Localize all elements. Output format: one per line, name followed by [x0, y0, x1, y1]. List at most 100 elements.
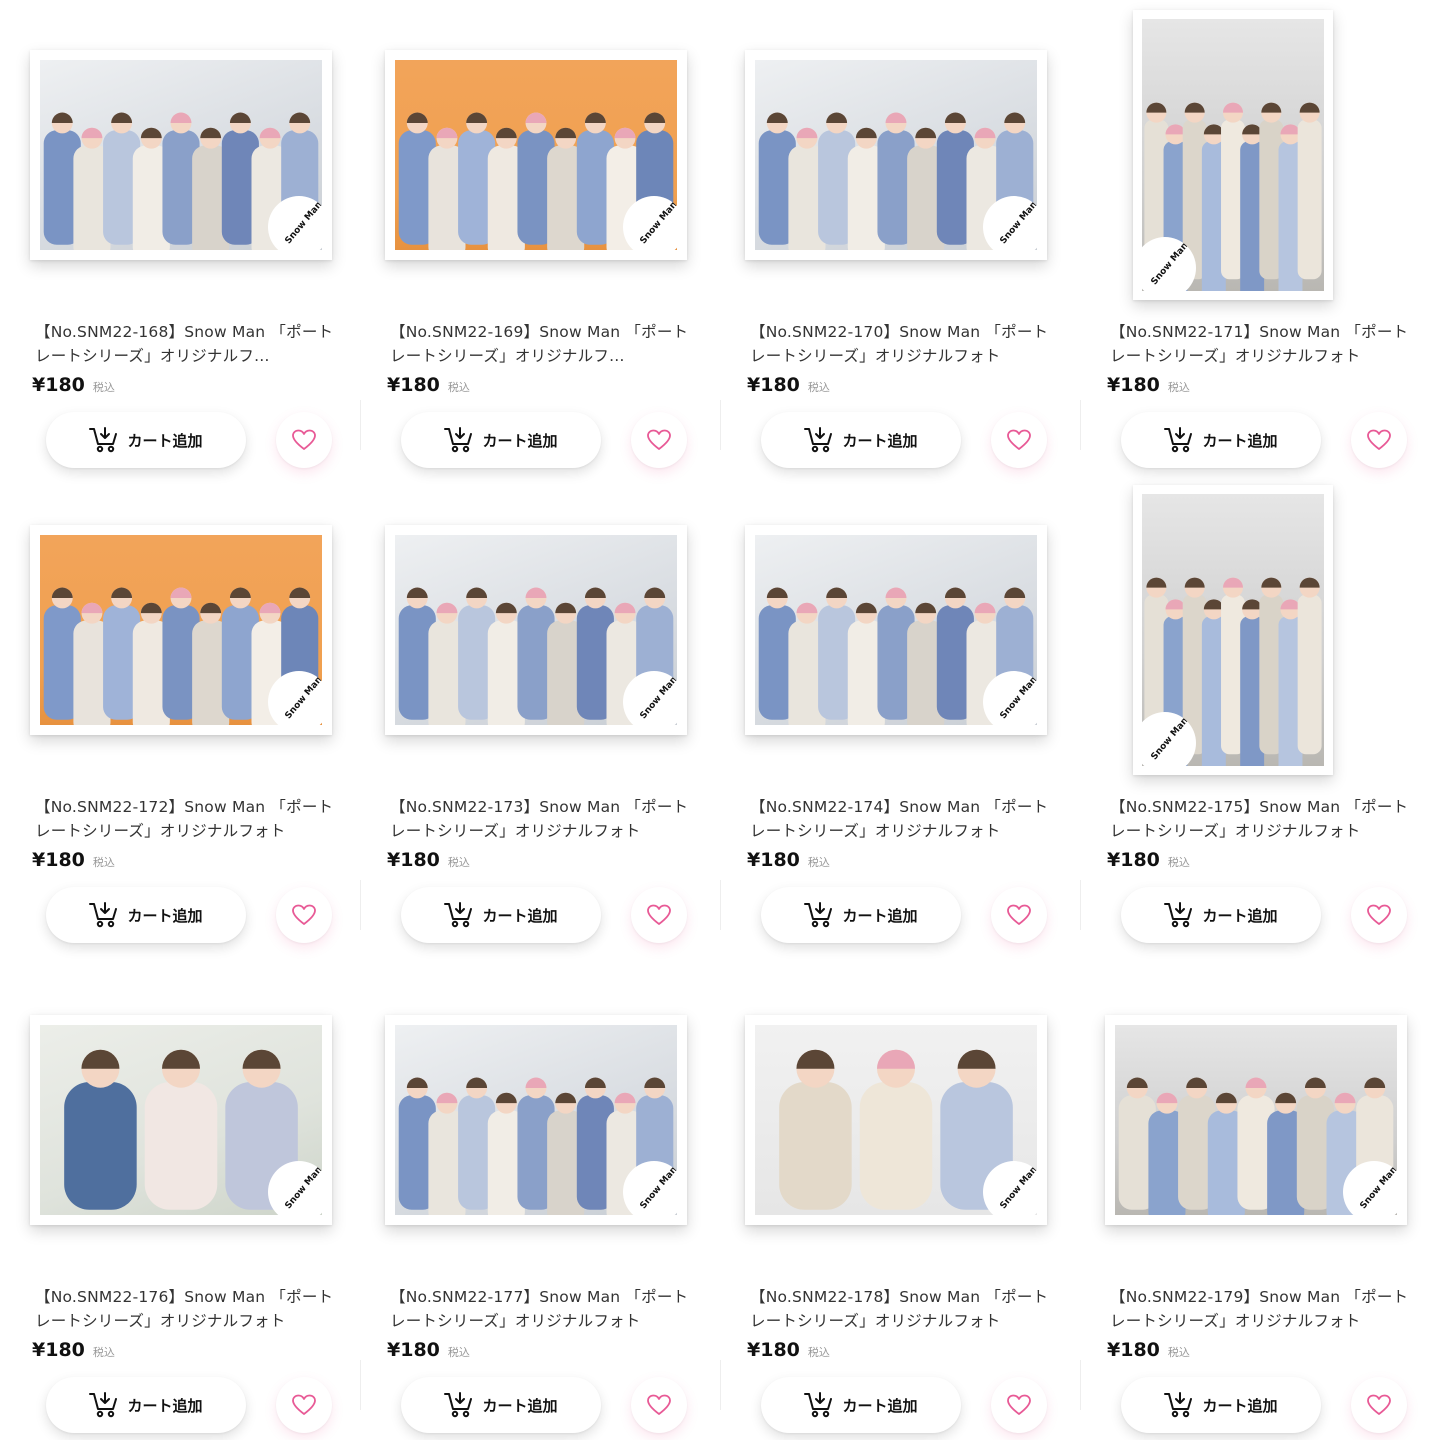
favorite-button[interactable] [276, 887, 332, 943]
tax-label: 税込 [807, 381, 830, 394]
snowman-logo-badge: Snow Man [268, 1161, 330, 1223]
product-card[interactable]: Snow Man 【No.SNM22-173】Snow Man 「ポートレートシリ… [385, 485, 715, 955]
product-card[interactable]: Snow Man 【No.SNM22-177】Snow Man 「ポートレートシリ… [385, 975, 715, 1440]
product-card[interactable]: Snow Man 【No.SNM22-174】Snow Man 「ポートレートシリ… [745, 485, 1075, 955]
tax-label: 税込 [447, 1346, 470, 1359]
column-divider [720, 1360, 721, 1410]
add-to-cart-button[interactable]: カート追加 [1121, 887, 1321, 943]
logo-text: Snow Man [283, 199, 325, 247]
favorite-button[interactable] [276, 412, 332, 468]
product-photo[interactable]: Snow Man [385, 525, 687, 735]
add-to-cart-label: カート追加 [842, 1396, 918, 1415]
add-to-cart-label: カート追加 [482, 906, 558, 925]
product-photo[interactable]: Snow Man [385, 50, 687, 260]
logo-text: Snow Man [1358, 1164, 1400, 1212]
price-row: ¥180 税込 [32, 374, 115, 396]
add-to-cart-button[interactable]: カート追加 [761, 1377, 961, 1433]
add-to-cart-button[interactable]: カート追加 [46, 412, 246, 468]
column-divider [720, 400, 721, 450]
product-title[interactable]: 【No.SNM22-179】Snow Man 「ポートレートシリーズ」オリジナル… [1110, 1285, 1410, 1333]
favorite-button[interactable] [1351, 1377, 1407, 1433]
product-title[interactable]: 【No.SNM22-175】Snow Man 「ポートレートシリーズ」オリジナル… [1110, 795, 1410, 843]
product-price: ¥180 [387, 374, 440, 396]
price-row: ¥180 税込 [747, 849, 830, 871]
product-title[interactable]: 【No.SNM22-174】Snow Man 「ポートレートシリーズ」オリジナル… [750, 795, 1050, 843]
add-to-cart-button[interactable]: カート追加 [46, 887, 246, 943]
favorite-button[interactable] [1351, 412, 1407, 468]
product-title[interactable]: 【No.SNM22-168】Snow Man 「ポートレートシリーズ」オリジナル… [35, 320, 335, 368]
favorite-button[interactable] [991, 412, 1047, 468]
product-photo[interactable]: Snow Man [30, 1015, 332, 1225]
add-to-cart-button[interactable]: カート追加 [401, 887, 601, 943]
product-title[interactable]: 【No.SNM22-176】Snow Man 「ポートレートシリーズ」オリジナル… [35, 1285, 335, 1333]
product-photo[interactable]: Snow Man [745, 525, 1047, 735]
product-card[interactable]: Snow Man 【No.SNM22-179】Snow Man 「ポートレートシリ… [1105, 975, 1435, 1440]
favorite-button[interactable] [276, 1377, 332, 1433]
favorite-button[interactable] [631, 887, 687, 943]
heart-icon [1007, 1394, 1031, 1415]
product-card[interactable]: Snow Man 【No.SNM22-175】Snow Man 「ポートレートシリ… [1105, 485, 1435, 955]
product-price: ¥180 [1107, 849, 1160, 871]
add-to-cart-label: カート追加 [127, 431, 203, 450]
tax-label: 税込 [807, 1346, 830, 1359]
add-to-cart-label: カート追加 [842, 906, 918, 925]
add-to-cart-label: カート追加 [127, 1396, 203, 1415]
product-photo[interactable]: Snow Man [30, 50, 332, 260]
snowman-logo-badge: Snow Man [623, 1161, 685, 1223]
product-photo[interactable]: Snow Man [745, 50, 1047, 260]
heart-icon [1007, 904, 1031, 925]
add-to-cart-button[interactable]: カート追加 [761, 887, 961, 943]
add-to-cart-button[interactable]: カート追加 [401, 412, 601, 468]
snowman-logo-badge: Snow Man [623, 671, 685, 733]
favorite-button[interactable] [631, 412, 687, 468]
column-divider [720, 880, 721, 930]
product-title[interactable]: 【No.SNM22-171】Snow Man 「ポートレートシリーズ」オリジナル… [1110, 320, 1410, 368]
add-to-cart-button[interactable]: カート追加 [401, 1377, 601, 1433]
product-photo[interactable]: Snow Man [30, 525, 332, 735]
add-to-cart-label: カート追加 [1202, 1396, 1278, 1415]
product-title[interactable]: 【No.SNM22-172】Snow Man 「ポートレートシリーズ」オリジナル… [35, 795, 335, 843]
tax-label: 税込 [92, 1346, 115, 1359]
product-photo[interactable]: Snow Man [745, 1015, 1047, 1225]
add-to-cart-button[interactable]: カート追加 [1121, 1377, 1321, 1433]
product-card[interactable]: Snow Man 【No.SNM22-169】Snow Man 「ポートレートシリ… [385, 10, 715, 480]
product-price: ¥180 [1107, 374, 1160, 396]
heart-icon [1367, 904, 1391, 925]
product-card[interactable]: Snow Man 【No.SNM22-176】Snow Man 「ポートレートシリ… [30, 975, 360, 1440]
cart-icon [1164, 902, 1193, 928]
product-photo[interactable]: Snow Man [385, 1015, 687, 1225]
column-divider [360, 400, 361, 450]
price-row: ¥180 税込 [747, 374, 830, 396]
product-photo[interactable]: Snow Man [1133, 10, 1333, 300]
product-price: ¥180 [32, 374, 85, 396]
price-row: ¥180 税込 [1107, 1339, 1190, 1361]
product-title[interactable]: 【No.SNM22-178】Snow Man 「ポートレートシリーズ」オリジナル… [750, 1285, 1050, 1333]
favorite-button[interactable] [631, 1377, 687, 1433]
tax-label: 税込 [1167, 381, 1190, 394]
cart-icon [444, 902, 473, 928]
favorite-button[interactable] [1351, 887, 1407, 943]
product-photo[interactable]: Snow Man [1105, 1015, 1407, 1225]
product-card[interactable]: Snow Man 【No.SNM22-171】Snow Man 「ポートレートシリ… [1105, 10, 1435, 480]
product-card[interactable]: Snow Man 【No.SNM22-168】Snow Man 「ポートレートシリ… [30, 10, 360, 480]
favorite-button[interactable] [991, 1377, 1047, 1433]
favorite-button[interactable] [991, 887, 1047, 943]
tax-label: 税込 [1167, 856, 1190, 869]
heart-icon [647, 904, 671, 925]
snowman-logo-badge: Snow Man [268, 196, 330, 258]
product-card[interactable]: Snow Man 【No.SNM22-170】Snow Man 「ポートレートシリ… [745, 10, 1075, 480]
snowman-logo-badge: Snow Man [983, 671, 1045, 733]
add-to-cart-button[interactable]: カート追加 [46, 1377, 246, 1433]
product-title[interactable]: 【No.SNM22-169】Snow Man 「ポートレートシリーズ」オリジナル… [390, 320, 690, 368]
product-title[interactable]: 【No.SNM22-177】Snow Man 「ポートレートシリーズ」オリジナル… [390, 1285, 690, 1333]
product-title[interactable]: 【No.SNM22-170】Snow Man 「ポートレートシリーズ」オリジナル… [750, 320, 1050, 368]
product-card[interactable]: Snow Man 【No.SNM22-178】Snow Man 「ポートレートシリ… [745, 975, 1075, 1440]
add-to-cart-button[interactable]: カート追加 [761, 412, 961, 468]
logo-text: Snow Man [638, 1164, 680, 1212]
product-price: ¥180 [387, 849, 440, 871]
price-row: ¥180 税込 [32, 1339, 115, 1361]
add-to-cart-button[interactable]: カート追加 [1121, 412, 1321, 468]
product-title[interactable]: 【No.SNM22-173】Snow Man 「ポートレートシリーズ」オリジナル… [390, 795, 690, 843]
product-card[interactable]: Snow Man 【No.SNM22-172】Snow Man 「ポートレートシリ… [30, 485, 360, 955]
product-photo[interactable]: Snow Man [1133, 485, 1333, 775]
